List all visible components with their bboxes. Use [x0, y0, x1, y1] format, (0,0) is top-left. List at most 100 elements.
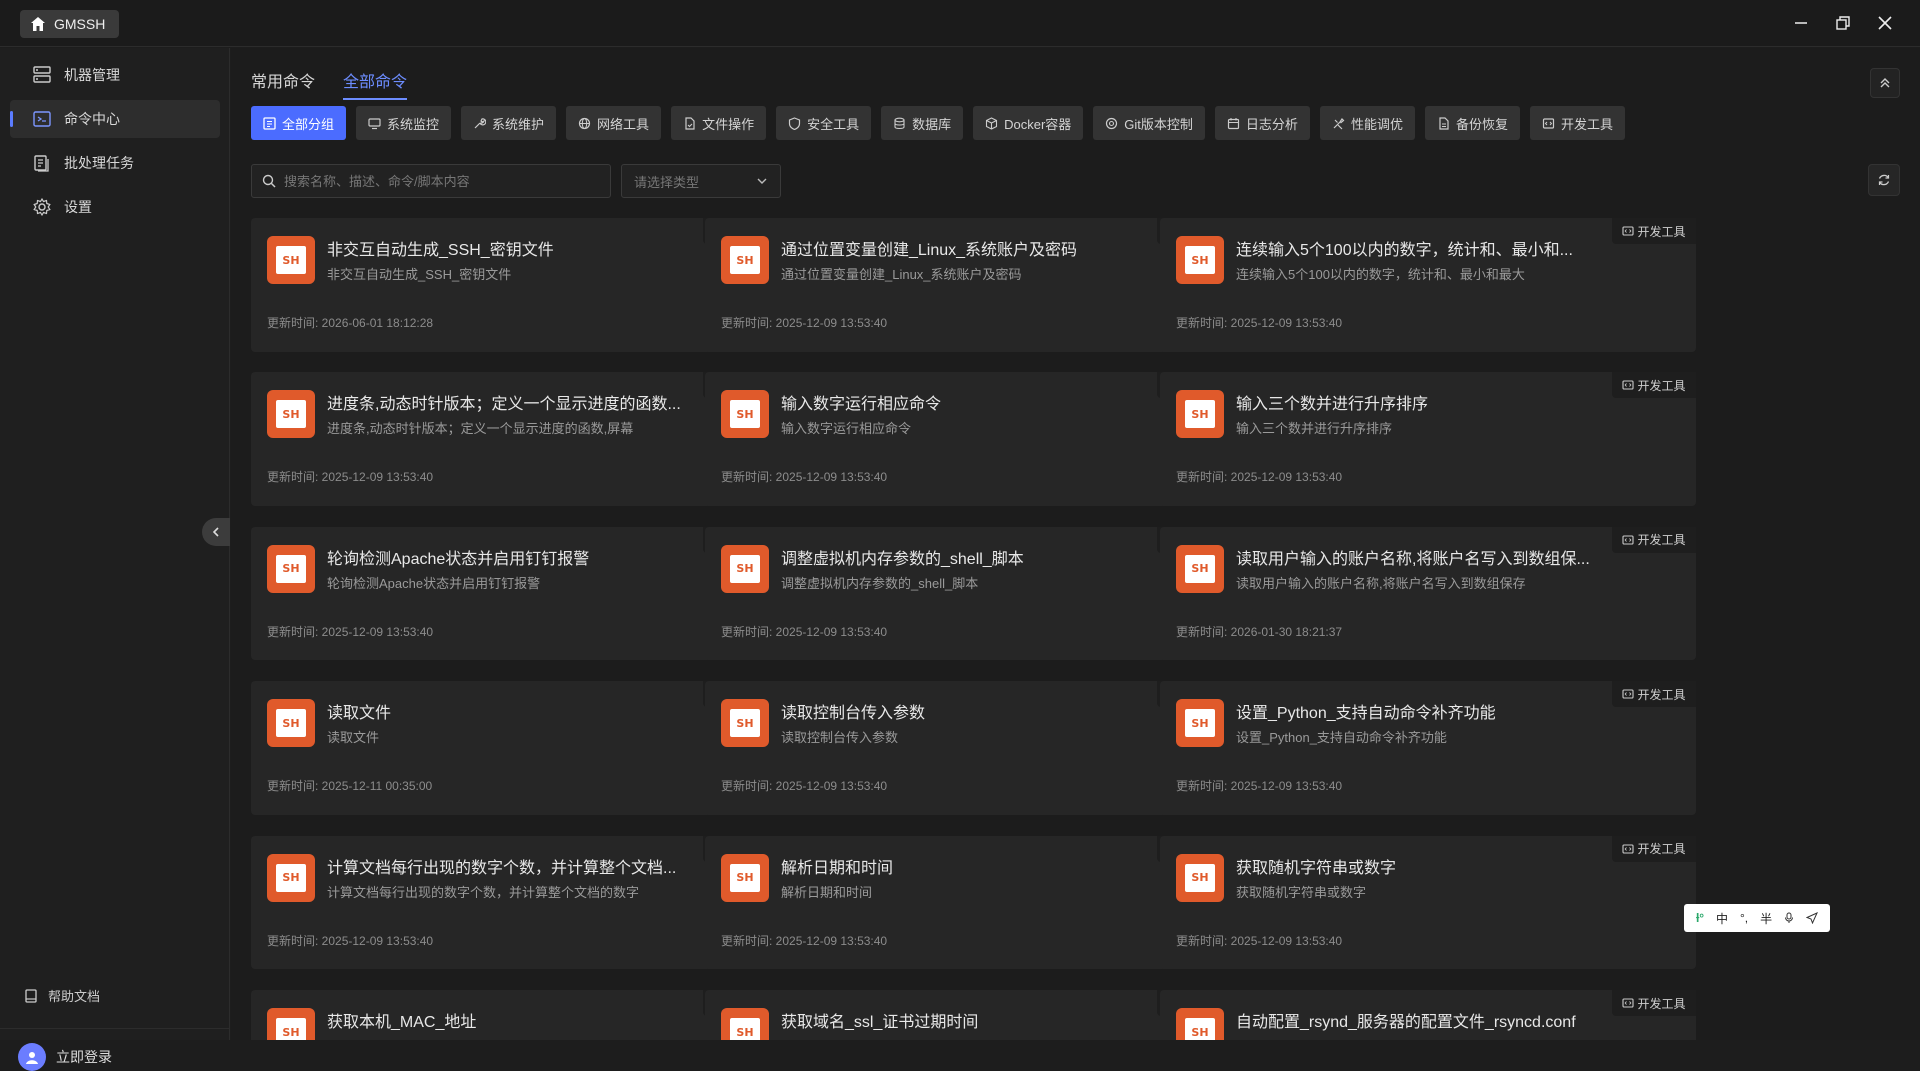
shell-script-icon: SH — [1176, 544, 1224, 593]
title-bar: GMSSH — [0, 0, 1920, 47]
code-folder-icon — [1621, 379, 1634, 391]
card-updated-time: 更新时间: 2025-12-09 13:53:40 — [267, 933, 434, 948]
help-docs-label: 帮助文档 — [48, 989, 101, 1004]
card-updated-time: 更新时间: 2025-12-09 13:53:40 — [721, 933, 888, 948]
shell-script-icon: SH — [1176, 236, 1224, 284]
card-tag-label: 开发工具 — [1637, 842, 1686, 857]
login-label: 立即登录 — [56, 1049, 112, 1065]
avatar — [18, 1043, 46, 1071]
sidebar-item-label: 批处理任务 — [64, 155, 134, 171]
chip-file-operations[interactable]: 文件操作 — [671, 106, 767, 140]
card-description: 计算文档每行出现的数字个数，并计算整个文档的数字 — [327, 884, 640, 900]
card-description: 轮询检测Apache状态并启用钉钉报警 — [327, 575, 541, 591]
card-title: 获取本机_MAC_地址 — [327, 1014, 477, 1032]
type-select[interactable]: 请选择类型 — [621, 164, 781, 198]
wrench-icon — [473, 117, 487, 130]
home-icon — [30, 16, 46, 32]
search-box — [251, 164, 611, 198]
code-folder-icon — [1621, 997, 1634, 1009]
card-description: 读取控制台传入参数 — [781, 730, 899, 746]
chip-system-monitor[interactable]: 系统监控 — [356, 106, 452, 140]
code-folder-icon — [1621, 534, 1634, 546]
card-description: 解析日期和时间 — [781, 884, 873, 900]
chip-dev-tools[interactable]: 开发工具 — [1529, 106, 1625, 140]
chip-all-groups[interactable]: 全部分组 — [251, 106, 347, 140]
command-card[interactable]: 开发工具 SH 获取随机字符串或数字 获取随机字符串或数字 更新时间: 2025-12-… — [1160, 835, 1696, 970]
chip-security-tools[interactable]: 安全工具 — [776, 106, 872, 140]
command-card[interactable]: 开发工具 SH 读取用户输入的账户名称,将账户名写入到数组保... 读取用户输入的账户… — [1160, 526, 1696, 661]
shell-script-icon: SH — [721, 390, 769, 439]
card-updated-time: 更新时间: 2026-01-30 18:21:37 — [1176, 624, 1343, 639]
login-button[interactable]: 立即登录 — [18, 1043, 112, 1071]
chip-network-tools[interactable]: 网络工具 — [566, 106, 662, 140]
card-category-tag: 开发工具 — [1611, 990, 1696, 1017]
collapse-filters-button[interactable] — [1870, 68, 1900, 98]
tab-common-commands[interactable]: 常用命令 — [251, 68, 315, 100]
ime-toolbar[interactable]: ƚ° 中 °, 半 — [1684, 904, 1830, 932]
card-description: 读取用户输入的账户名称,将账户名写入到数组保存 — [1236, 575, 1526, 591]
chip-label: 备份恢复 — [1455, 116, 1508, 132]
card-updated-time: 更新时间: 2025-12-09 13:53:40 — [721, 316, 888, 330]
chip-label: 开发工具 — [1560, 116, 1613, 132]
code-folder-icon — [1621, 225, 1634, 237]
close-button[interactable] — [1868, 8, 1902, 38]
card-title: 读取控制台传入参数 — [781, 705, 926, 723]
database-icon — [893, 117, 906, 130]
sidebar-item-machines[interactable]: 机器管理 — [10, 56, 220, 94]
command-card[interactable]: 开发工具 SH 连续输入5个100以内的数字，统计和、最小和... 连续输入5个100… — [1160, 218, 1696, 352]
card-title: 获取域名_ssl_证书过期时间 — [781, 1014, 979, 1032]
shell-script-icon: SH — [721, 1008, 769, 1040]
chip-system-maintenance[interactable]: 系统维护 — [461, 106, 557, 140]
chip-label: 数据库 — [912, 116, 952, 132]
card-title: 输入数字运行相应命令 — [781, 396, 942, 414]
card-title: 自动配置_rsynd_服务器的配置文件_rsyncd.conf — [1236, 1014, 1576, 1032]
chip-docker[interactable]: Docker容器 — [973, 106, 1084, 140]
card-description: 输入数字运行相应命令 — [781, 421, 912, 437]
app-title: GMSSH — [54, 16, 106, 32]
command-card[interactable]: 开发工具 SH 设置_Python_支持自动命令补齐功能 设置_Python_支持自动… — [1160, 681, 1696, 815]
card-title: 输入三个数并进行升序排序 — [1236, 396, 1429, 414]
ime-item[interactable]: 中 — [1716, 910, 1728, 927]
shell-script-icon: SH — [267, 1008, 315, 1040]
globe-icon — [578, 117, 591, 130]
calendar-icon — [1227, 117, 1240, 130]
chip-backup-restore[interactable]: 备份恢复 — [1424, 106, 1520, 140]
minimize-button[interactable] — [1784, 8, 1818, 38]
shell-script-icon: SH — [1176, 1008, 1224, 1040]
microphone-icon[interactable] — [1784, 912, 1794, 924]
code-folder-icon — [1621, 843, 1634, 855]
ime-item[interactable]: °, — [1740, 911, 1748, 925]
card-updated-time: 更新时间: 2025-12-09 13:53:40 — [1176, 470, 1343, 485]
chip-log-analysis[interactable]: 日志分析 — [1214, 106, 1310, 140]
command-card[interactable]: 开发工具 SH 输入三个数并进行升序排序 输入三个数并进行升序排序 更新时间: 2025… — [1160, 372, 1696, 506]
sidebar-item-batch-tasks[interactable]: 批处理任务 — [10, 144, 220, 182]
ime-item[interactable]: 半 — [1760, 910, 1772, 927]
card-description: 设置_Python_支持自动命令补齐功能 — [1236, 730, 1447, 746]
code-folder-icon — [1621, 688, 1634, 700]
sidebar-item-command-center[interactable]: 命令中心 — [10, 100, 220, 138]
chip-performance[interactable]: 性能调优 — [1319, 106, 1415, 140]
card-tag-label: 开发工具 — [1637, 224, 1686, 239]
shell-script-icon: SH — [721, 236, 769, 284]
help-docs-link[interactable]: 帮助文档 — [24, 986, 100, 1005]
card-description: 输入三个数并进行升序排序 — [1236, 421, 1393, 437]
restore-button[interactable] — [1826, 8, 1860, 38]
command-card[interactable]: 开发工具 SH 自动配置_rsynd_服务器的配置文件_rsyncd.conf — [1160, 990, 1696, 1040]
tab-all-commands[interactable]: 全部命令 — [343, 68, 408, 100]
card-title: 获取随机字符串或数字 — [1236, 859, 1397, 877]
sidebar-collapse-button[interactable] — [202, 518, 230, 546]
refresh-button[interactable] — [1868, 164, 1900, 196]
card-title: 非交互自动生成_SSH_密钥文件 — [327, 242, 554, 259]
search-input[interactable] — [284, 173, 604, 189]
card-updated-time: 更新时间: 2025-12-09 13:53:40 — [721, 779, 888, 794]
card-title: 连续输入5个100以内的数字，统计和、最小和... — [1236, 242, 1573, 259]
card-tag-label: 开发工具 — [1637, 378, 1686, 393]
send-icon[interactable] — [1805, 912, 1818, 924]
chip-git[interactable]: Git版本控制 — [1093, 106, 1205, 140]
terminal-icon — [32, 109, 52, 129]
shell-script-icon: SH — [267, 699, 315, 748]
shell-script-icon: SH — [1176, 390, 1224, 439]
sidebar-item-settings[interactable]: 设置 — [10, 188, 220, 226]
app-badge[interactable]: GMSSH — [20, 10, 120, 38]
chip-database[interactable]: 数据库 — [881, 106, 964, 140]
